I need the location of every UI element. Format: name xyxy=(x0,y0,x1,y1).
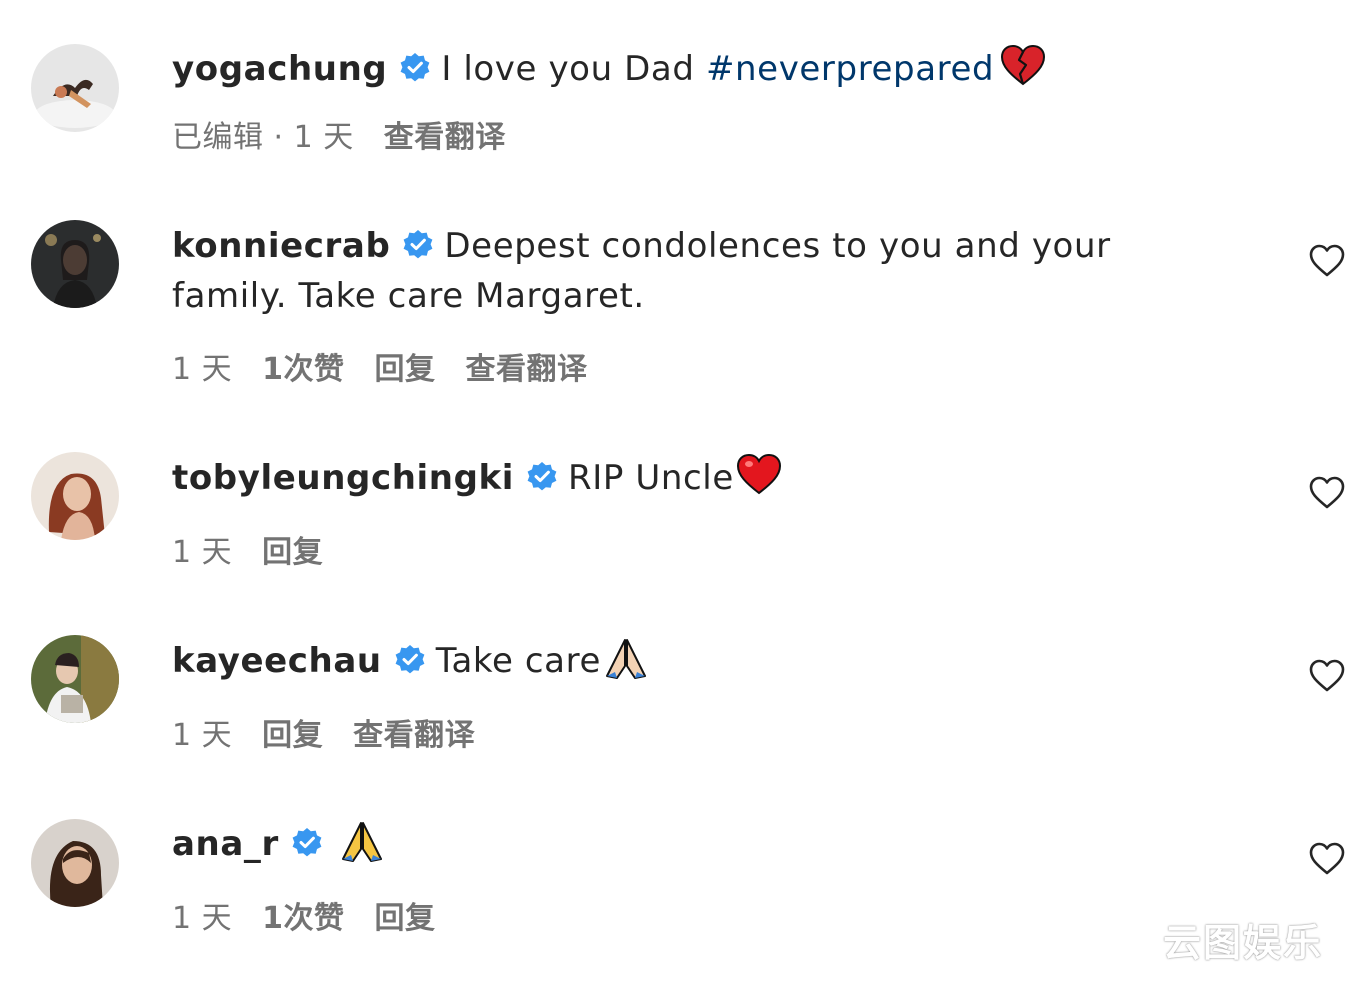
reply-button[interactable]: 回复 xyxy=(375,352,436,387)
username[interactable]: konniecrab xyxy=(172,226,390,266)
username[interactable]: kayeechau xyxy=(172,641,382,681)
comment-meta: 1 天回复 xyxy=(172,527,353,571)
avatar[interactable] xyxy=(31,452,119,540)
timestamp: 1 天 xyxy=(172,535,233,570)
verified-badge-icon xyxy=(394,644,426,676)
username[interactable]: yogachung xyxy=(172,49,387,89)
comment-meta: 1 天 1次赞 回复 xyxy=(172,893,466,937)
comment-text: RIP Uncle xyxy=(568,458,734,498)
like-heart-icon[interactable] xyxy=(1308,840,1346,878)
broken-heart-emoji xyxy=(1000,44,1046,88)
see-translation-button[interactable]: 查看翻译 xyxy=(466,352,588,387)
comment-text: Take care xyxy=(435,641,601,681)
comment-body: kayeechau Take care xyxy=(172,636,1232,686)
avatar[interactable] xyxy=(31,220,119,308)
reply-button[interactable]: 回复 xyxy=(262,535,323,570)
red-heart-emoji xyxy=(736,453,782,497)
folded-hands-emoji xyxy=(339,819,385,863)
likes-count-button[interactable]: 1次赞 xyxy=(262,901,344,936)
verified-badge-icon xyxy=(526,461,558,493)
comment-body: ana_r xyxy=(172,819,1232,869)
username[interactable]: ana_r xyxy=(172,824,279,864)
avatar[interactable] xyxy=(31,635,119,723)
like-heart-icon[interactable] xyxy=(1308,242,1346,280)
verified-badge-icon xyxy=(399,52,431,84)
comment-meta: 已编辑 · 1 天查看翻译 xyxy=(172,112,536,156)
timestamp: 1 天 xyxy=(172,352,233,387)
hashtag-link[interactable]: #neverprepared xyxy=(706,49,994,89)
comment-body: konniecrab Deepest condolences to you and… xyxy=(172,221,1232,321)
comment-body: yogachung I love you Dad #neverprepared xyxy=(172,44,1232,94)
like-heart-icon[interactable] xyxy=(1308,657,1346,695)
username[interactable]: tobyleungchingki xyxy=(172,458,514,498)
comment-meta: 1 天 1次赞 回复 查看翻译 xyxy=(172,344,618,388)
comment-body: tobyleungchingki RIP Uncle xyxy=(172,453,1232,503)
verified-badge-icon xyxy=(291,827,323,859)
reply-button[interactable]: 回复 xyxy=(375,901,436,936)
like-heart-icon[interactable] xyxy=(1308,474,1346,512)
comment-text: I love you Dad xyxy=(441,49,706,89)
folded-hands-emoji xyxy=(603,636,649,680)
avatar[interactable] xyxy=(31,44,119,132)
timestamp: 1 天 xyxy=(172,901,233,936)
verified-badge-icon xyxy=(402,229,434,261)
see-translation-button[interactable]: 查看翻译 xyxy=(353,718,475,753)
timestamp: 1 天 xyxy=(172,718,233,753)
avatar[interactable] xyxy=(31,819,119,907)
reply-button[interactable]: 回复 xyxy=(262,718,323,753)
edited-timestamp: 已编辑 · 1 天 xyxy=(172,120,354,155)
see-translation-button[interactable]: 查看翻译 xyxy=(384,120,506,155)
watermark: 云图娱乐 xyxy=(1163,921,1324,965)
comment-meta: 1 天回复 查看翻译 xyxy=(172,710,505,754)
likes-count-button[interactable]: 1次赞 xyxy=(262,352,344,387)
